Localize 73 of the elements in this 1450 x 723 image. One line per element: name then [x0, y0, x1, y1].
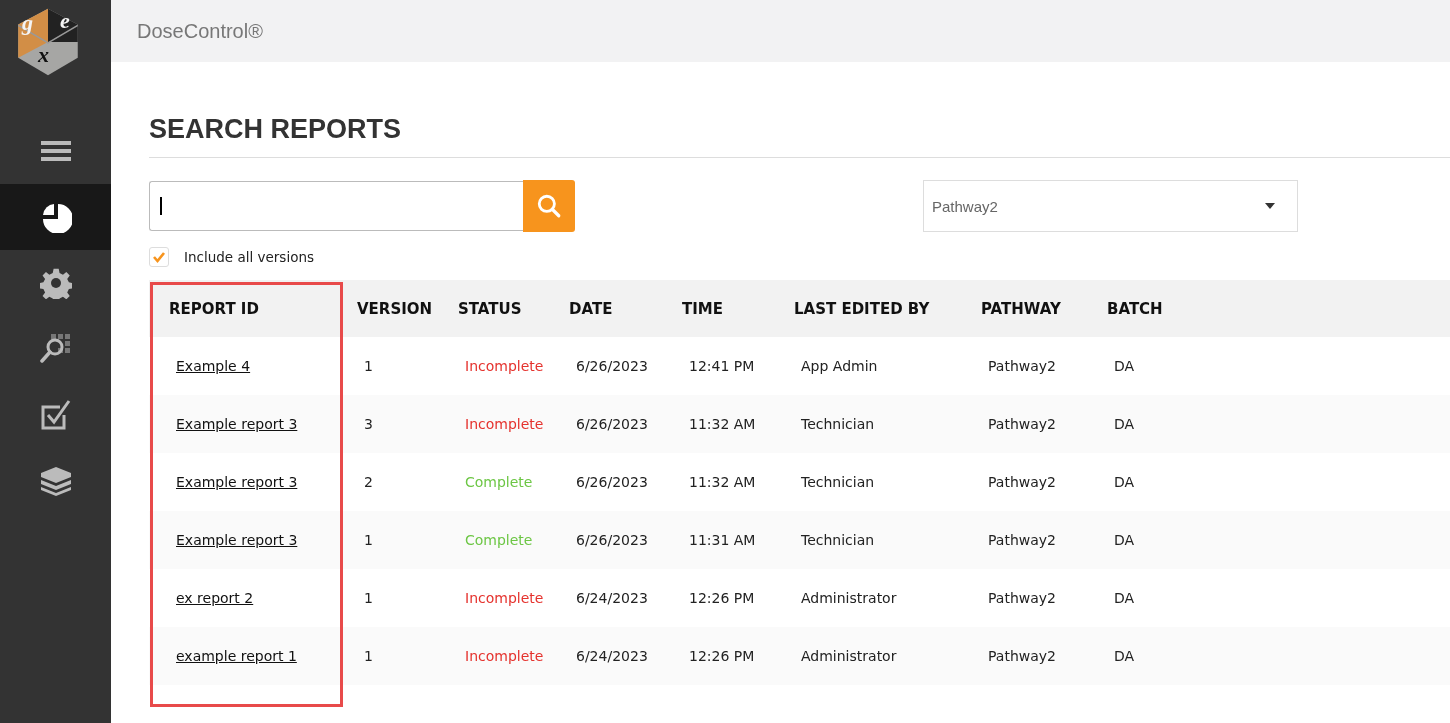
column-header: DATE: [568, 298, 614, 320]
pathway-cell-text: Pathway2: [987, 358, 1057, 374]
column-header: VERSION: [356, 298, 434, 320]
column-header: BATCH: [1106, 298, 1164, 320]
time-cell-text: 12:41 PM: [688, 358, 756, 374]
column-header: TIME: [681, 298, 724, 320]
column-header: STATUS: [457, 298, 523, 320]
version-cell-text: 1: [363, 590, 374, 606]
date-cell-text: 6/24/2023: [575, 648, 649, 664]
report-link[interactable]: Example report 3: [176, 532, 298, 548]
status-cell-text: Incomplete: [464, 590, 545, 606]
date-cell-text: 6/26/2023: [575, 358, 649, 374]
version-cell-text: 1: [363, 648, 374, 664]
report-link[interactable]: ex report 2: [176, 590, 254, 606]
gear-icon: [39, 267, 72, 299]
search-field[interactable]: [149, 181, 523, 231]
date-cell-text: 6/24/2023: [575, 590, 649, 606]
app-title: DoseControl®: [137, 19, 263, 43]
checkbox-icon: [39, 399, 72, 431]
column-header: PATHWAY: [980, 298, 1062, 320]
editor-cell-text: Administrator: [800, 590, 898, 606]
status-cell-text: Incomplete: [464, 416, 545, 432]
logo-letter: x: [38, 44, 49, 66]
column-header: REPORT ID: [149, 280, 337, 337]
editor-cell-text: Technician: [800, 474, 876, 490]
checkbox[interactable]: [149, 247, 169, 267]
date-cell-text: 6/26/2023: [575, 416, 649, 432]
pathway-cell-text: Pathway2: [987, 532, 1057, 548]
column-header: LAST EDITED BY: [793, 298, 931, 320]
report-link[interactable]: Example report 3: [176, 416, 298, 432]
page-title: SEARCH REPORTS: [149, 114, 403, 144]
logo-letter: g: [22, 12, 33, 34]
pathway-cell-text: Pathway2: [987, 648, 1057, 664]
report-link[interactable]: Example 4: [176, 358, 251, 374]
search-grid-icon: [39, 333, 72, 365]
batch-cell-text: DA: [1113, 416, 1136, 432]
version-cell-text: 2: [363, 474, 374, 490]
editor-cell-text: App Admin: [800, 358, 879, 374]
pathway-cell-text: Pathway2: [987, 474, 1057, 490]
time-cell-text: 11:32 AM: [688, 474, 757, 490]
report-link[interactable]: Example report 3: [176, 474, 298, 490]
batch-cell-text: DA: [1113, 590, 1136, 606]
batch-cell-text: DA: [1113, 532, 1136, 548]
report-link[interactable]: example report 1: [176, 648, 297, 664]
time-cell-text: 12:26 PM: [688, 590, 756, 606]
editor-cell-text: Administrator: [800, 648, 898, 664]
status-cell-text: Incomplete: [464, 358, 545, 374]
logo-letter: e: [60, 10, 70, 32]
sidebar-item[interactable]: [0, 184, 111, 250]
batch-cell-text: DA: [1113, 648, 1136, 664]
status-cell-text: Complete: [464, 474, 534, 490]
check-icon: [152, 250, 166, 264]
version-cell-text: 3: [363, 416, 374, 432]
checkbox-label: Include all versions: [184, 249, 314, 265]
status-cell-text: Incomplete: [464, 648, 545, 664]
batch-cell-text: DA: [1113, 358, 1136, 374]
pathway-dropdown[interactable]: Pathway2: [923, 180, 1298, 232]
version-cell-text: 1: [363, 358, 374, 374]
search-icon: [536, 193, 562, 219]
time-cell-text: 12:26 PM: [688, 648, 756, 664]
time-cell-text: 11:31 AM: [688, 532, 757, 548]
batch-cell-text: DA: [1113, 474, 1136, 490]
editor-cell-text: Technician: [800, 416, 876, 432]
layers-icon: [39, 465, 72, 497]
date-cell-text: 6/26/2023: [575, 474, 649, 490]
caret-icon: [1265, 203, 1275, 209]
editor-cell-text: Technician: [800, 532, 876, 548]
status-cell-text: Complete: [464, 532, 534, 548]
version-cell-text: 1: [363, 532, 374, 548]
pathway-cell-text: Pathway2: [987, 590, 1057, 606]
pathway-cell-text: Pathway2: [987, 416, 1057, 432]
date-cell-text: 6/26/2023: [575, 532, 649, 548]
time-cell-text: 11:32 AM: [688, 416, 757, 432]
